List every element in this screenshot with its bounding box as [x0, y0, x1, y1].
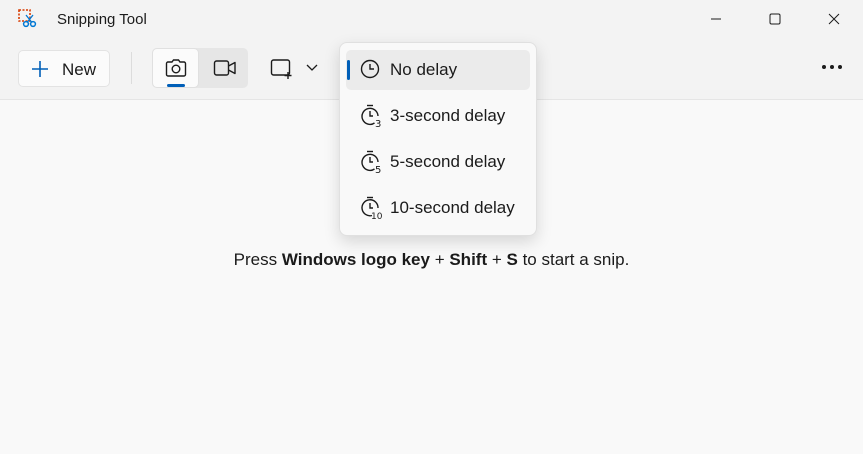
video-camera-icon [213, 60, 236, 76]
delay-option-3s[interactable]: 3 3-second delay [346, 96, 530, 136]
hint-plus-2: + [487, 250, 507, 269]
rectangle-snip-icon [270, 59, 292, 79]
delay-option-5s[interactable]: 5 5-second delay [346, 142, 530, 182]
timer-5-icon: 5 [361, 150, 381, 174]
camera-icon [165, 59, 187, 77]
chevron-down-icon [306, 64, 318, 71]
delay-option-label: 10-second delay [390, 198, 515, 217]
delay-option-label: 5-second delay [390, 152, 506, 171]
hint-suffix: to start a snip. [517, 250, 630, 269]
video-mode-button[interactable] [201, 48, 248, 88]
title-bar: Snipping Tool [0, 0, 863, 38]
hint-key-s: S [506, 250, 518, 269]
delay-option-none[interactable]: No delay [346, 50, 530, 90]
selected-item-indicator [347, 60, 350, 80]
delay-option-label: 3-second delay [390, 106, 506, 125]
svg-text:5: 5 [375, 165, 381, 174]
delay-option-10s[interactable]: 10 10-second delay [346, 188, 530, 228]
svg-text:10: 10 [371, 212, 383, 220]
delay-option-label: No delay [390, 60, 458, 79]
minimize-icon [711, 18, 721, 20]
svg-text:3: 3 [375, 119, 381, 128]
close-button[interactable] [805, 0, 863, 38]
capture-mode-toggle [152, 48, 248, 88]
more-options-icon [822, 65, 842, 69]
timer-10-icon: 10 [361, 196, 383, 220]
snip-shape-dropdown[interactable] [264, 50, 328, 86]
maximize-icon [769, 13, 781, 25]
more-options-button[interactable] [810, 52, 854, 84]
selected-mode-indicator [167, 84, 185, 87]
minimize-button[interactable] [687, 0, 745, 38]
delay-menu: No delay 3 3-second delay 5 5-second del… [339, 42, 537, 236]
hint-key-windows: Windows logo key [281, 250, 430, 269]
toolbar-divider [131, 52, 132, 84]
hint-plus-1: + [429, 250, 450, 269]
new-button-label: New [62, 60, 97, 79]
new-snip-button[interactable]: New [18, 50, 110, 87]
screenshot-mode-button[interactable] [152, 48, 199, 88]
close-icon [828, 13, 840, 25]
hint-key-shift: Shift [449, 250, 488, 269]
app-title: Snipping Tool [57, 11, 147, 28]
timer-3-icon: 3 [361, 104, 381, 128]
snipping-tool-icon [18, 9, 37, 28]
hint-prefix: Press [233, 250, 282, 269]
maximize-button[interactable] [746, 0, 804, 38]
clock-icon [360, 59, 380, 79]
plus-icon [32, 61, 48, 77]
start-snip-hint: Press Windows logo key + Shift + S to st… [0, 250, 863, 270]
